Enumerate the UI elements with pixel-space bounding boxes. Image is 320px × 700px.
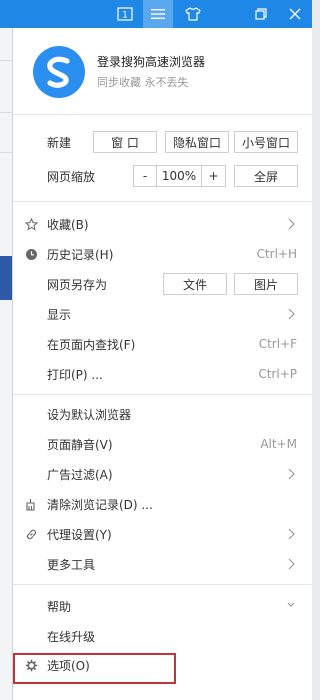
window-count-button[interactable]: 1 — [110, 0, 140, 28]
background-divider — [0, 60, 12, 61]
clock-icon — [24, 247, 38, 261]
chevron-right-icon — [288, 468, 295, 480]
mute-label: 页面静音(V) — [47, 437, 113, 452]
proxy-label: 代理设置(Y) — [47, 527, 112, 542]
mute-shortcut: Alt+M — [260, 437, 297, 451]
menu-button[interactable] — [143, 0, 173, 28]
close-button[interactable] — [280, 0, 310, 28]
divider — [13, 584, 313, 585]
background-divider — [0, 152, 12, 153]
clear-history-label: 清除浏览记录(D) ... — [47, 497, 153, 512]
find-label: 在页面内查找(F) — [47, 337, 136, 352]
menu-item-display[interactable]: 显示 — [13, 299, 313, 329]
menu-item-default-browser[interactable]: 设为默认浏览器 — [13, 399, 313, 429]
options-highlight-box — [13, 653, 176, 684]
svg-text:1: 1 — [122, 11, 128, 21]
menu-item-clear-history[interactable]: 清除浏览记录(D) ... — [13, 489, 313, 519]
account-login[interactable]: 登录搜狗高速浏览器 同步收藏 永不丢失 — [13, 28, 313, 114]
menu-item-upgrade[interactable]: 在线升级 — [13, 621, 313, 651]
more-tools-label: 更多工具 — [47, 557, 96, 572]
browser-background — [0, 28, 12, 700]
help-label: 帮助 — [47, 599, 72, 614]
zoom-in-button[interactable]: + — [201, 165, 226, 187]
save-as-file-button[interactable]: 文件 — [163, 273, 227, 295]
restore-icon — [255, 8, 267, 20]
print-label: 打印(P) ... — [47, 367, 103, 382]
chevron-right-icon — [288, 308, 295, 320]
background-divider — [0, 112, 12, 113]
upgrade-label: 在线升级 — [47, 629, 96, 644]
chevron-down-icon — [287, 602, 295, 607]
login-subtitle: 同步收藏 永不丢失 — [97, 76, 189, 89]
menu-item-mute[interactable]: 页面静音(V) Alt+M — [13, 429, 313, 459]
zoom-out-button[interactable]: - — [133, 165, 157, 187]
link-icon — [24, 527, 38, 541]
star-icon — [24, 217, 38, 231]
favorites-label: 收藏(B) — [47, 217, 89, 232]
find-shortcut: Ctrl+F — [258, 337, 297, 351]
background-blue-block — [0, 256, 12, 300]
fullscreen-button[interactable]: 全屏 — [234, 165, 298, 187]
menu-item-proxy[interactable]: 代理设置(Y) — [13, 519, 313, 549]
default-browser-label: 设为默认浏览器 — [47, 407, 132, 422]
zoom-label: 网页缩放 — [47, 169, 96, 184]
shirt-icon — [185, 7, 201, 21]
zoom-level: 100% — [156, 165, 202, 187]
skin-button[interactable] — [178, 0, 208, 28]
menu-item-find[interactable]: 在页面内查找(F) Ctrl+F — [13, 329, 313, 359]
menu-item-favorites[interactable]: 收藏(B) — [13, 209, 313, 239]
menu-item-help[interactable]: 帮助 — [13, 591, 313, 621]
new-label: 新建 — [47, 135, 72, 150]
save-as-image-button[interactable]: 图片 — [234, 273, 298, 295]
menu-item-print[interactable]: 打印(P) ... Ctrl+P — [13, 359, 313, 389]
adblock-label: 广告过滤(A) — [47, 467, 113, 482]
login-title[interactable]: 登录搜狗高速浏览器 — [97, 53, 205, 70]
broom-icon — [24, 497, 38, 511]
new-window-button[interactable]: 窗 口 — [93, 131, 157, 153]
history-shortcut: Ctrl+H — [256, 247, 297, 261]
menu-item-more-tools[interactable]: 更多工具 — [13, 549, 313, 579]
badge-1-icon: 1 — [117, 7, 133, 21]
menu-item-history[interactable]: 历史记录(H) Ctrl+H — [13, 239, 313, 269]
chevron-right-icon — [288, 558, 295, 570]
menu-icon — [151, 9, 165, 19]
sogou-logo-icon — [33, 46, 85, 98]
chevron-right-icon — [288, 528, 295, 540]
new-private-window-button[interactable]: 隐私窗口 — [165, 131, 229, 153]
save-as-label: 网页另存为 — [47, 277, 108, 292]
close-icon — [289, 8, 301, 20]
title-bar: 1 — [0, 0, 312, 28]
divider — [13, 114, 313, 115]
main-menu: 登录搜狗高速浏览器 同步收藏 永不丢失 新建 窗 口 隐私窗口 小号窗口 网页缩… — [12, 28, 313, 700]
history-label: 历史记录(H) — [47, 247, 114, 262]
print-shortcut: Ctrl+P — [258, 367, 297, 381]
divider — [13, 201, 313, 202]
display-label: 显示 — [47, 307, 72, 322]
menu-item-adblock[interactable]: 广告过滤(A) — [13, 459, 313, 489]
chevron-right-icon — [288, 218, 295, 230]
new-alt-window-button[interactable]: 小号窗口 — [234, 131, 298, 153]
restore-button[interactable] — [246, 0, 276, 28]
divider — [13, 394, 313, 395]
